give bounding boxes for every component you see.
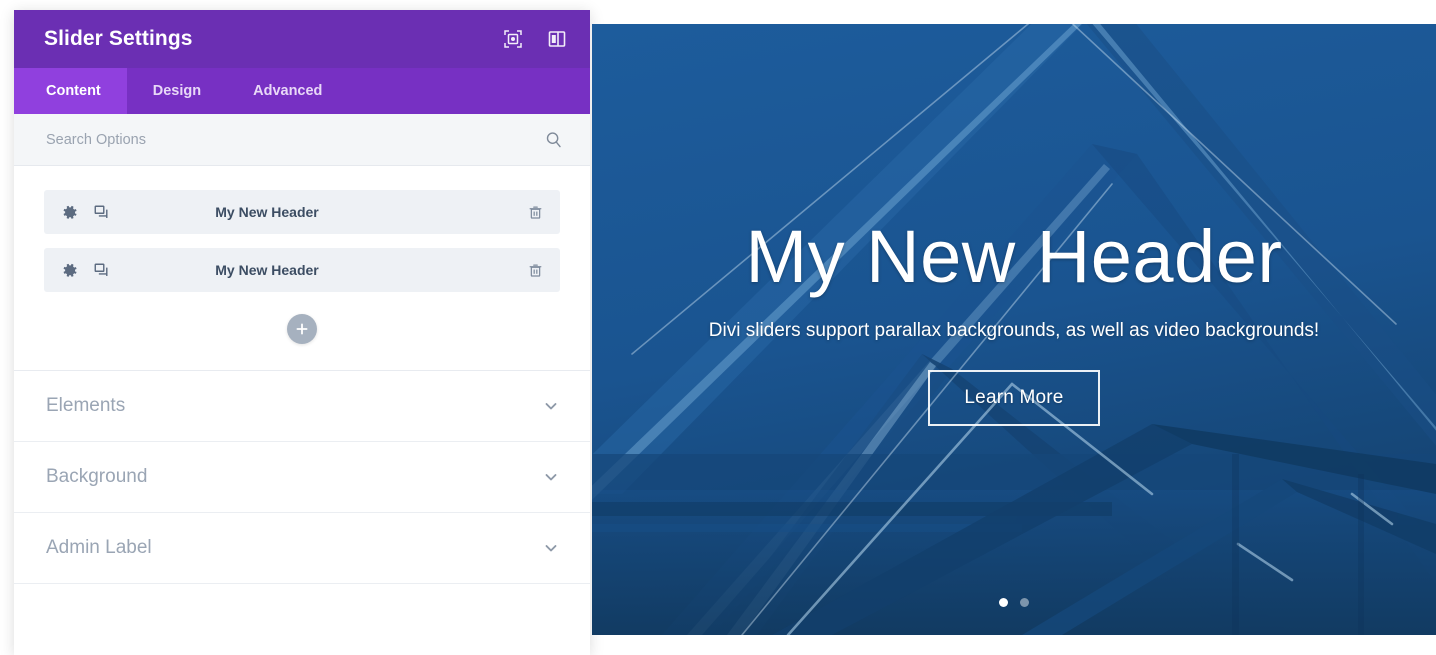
learn-more-button[interactable]: Learn More [928, 370, 1100, 426]
tab-advanced[interactable]: Advanced [227, 68, 348, 114]
slider-content: My New Header Divi sliders support paral… [592, 24, 1436, 635]
panel-layout-icon[interactable] [546, 28, 568, 50]
slide-title: My New Header [215, 204, 319, 220]
add-slide-wrap [44, 306, 560, 370]
chevron-down-icon[interactable] [542, 539, 560, 557]
slide-row-right-icons [474, 203, 544, 221]
search-input[interactable] [46, 131, 544, 148]
section-label: Background [46, 466, 148, 487]
screen-root: Slider Settings Content Design Advanced … [0, 0, 1436, 655]
pagination-dot-1[interactable] [999, 598, 1008, 607]
tab-design[interactable]: Design [127, 68, 227, 114]
slide-title: My New Header [215, 262, 319, 278]
search-options-row [14, 114, 590, 166]
slider-pagination [592, 598, 1436, 607]
panel-tabs: Content Design Advanced [14, 68, 590, 114]
chevron-down-icon[interactable] [542, 468, 560, 486]
section-background[interactable]: Background [14, 442, 590, 513]
toggle-sections: Elements Background Admin Label [14, 370, 590, 655]
section-label: Elements [46, 395, 126, 416]
section-admin-label[interactable]: Admin Label [14, 513, 590, 584]
pagination-dot-2[interactable] [1020, 598, 1029, 607]
slide-row-right-icons [474, 261, 544, 279]
trash-icon[interactable] [526, 203, 544, 221]
focus-target-icon[interactable] [502, 28, 524, 50]
table-row[interactable]: My New Header [44, 190, 560, 234]
slides-list: My New Header My New Header [14, 166, 590, 370]
search-icon[interactable] [544, 130, 564, 150]
section-elements[interactable]: Elements [14, 371, 590, 442]
panel-title: Slider Settings [44, 27, 193, 50]
panel-titlebar: Slider Settings [14, 10, 590, 68]
tab-content[interactable]: Content [14, 68, 127, 114]
trash-icon[interactable] [526, 261, 544, 279]
titlebar-actions [502, 28, 568, 50]
chevron-down-icon[interactable] [542, 397, 560, 415]
slide-subtitle: Divi sliders support parallax background… [708, 320, 1320, 341]
slider-preview: My New Header Divi sliders support paral… [592, 24, 1436, 635]
table-row[interactable]: My New Header [44, 248, 560, 292]
section-label: Admin Label [46, 537, 152, 558]
slider-settings-panel: Slider Settings Content Design Advanced … [14, 10, 590, 655]
add-slide-button[interactable] [287, 314, 317, 344]
slide-heading: My New Header [745, 215, 1283, 298]
